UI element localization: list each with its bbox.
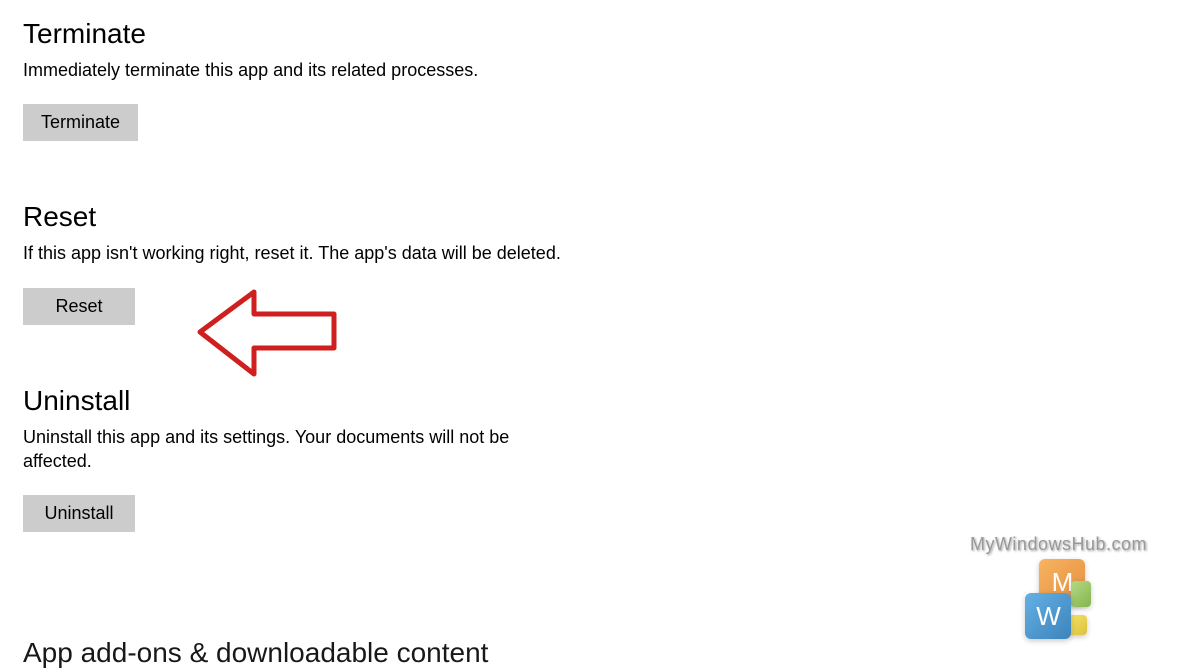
- terminate-desc: Immediately terminate this app and its r…: [23, 58, 563, 82]
- reset-section: Reset If this app isn't working right, r…: [23, 201, 563, 324]
- terminate-section: Terminate Immediately terminate this app…: [23, 18, 563, 141]
- uninstall-section: Uninstall Uninstall this app and its set…: [23, 385, 563, 533]
- logo-tile-green: [1071, 581, 1091, 607]
- addons-title: App add-ons & downloadable content: [23, 637, 488, 669]
- reset-desc: If this app isn't working right, reset i…: [23, 241, 563, 265]
- reset-title: Reset: [23, 201, 563, 233]
- watermark-text: MyWindowsHub.com: [970, 534, 1147, 555]
- terminate-title: Terminate: [23, 18, 563, 50]
- watermark: MyWindowsHub.com M W: [970, 534, 1147, 639]
- uninstall-title: Uninstall: [23, 385, 563, 417]
- logo-tile-w: W: [1025, 593, 1071, 639]
- uninstall-desc: Uninstall this app and its settings. You…: [23, 425, 563, 474]
- reset-button[interactable]: Reset: [23, 288, 135, 325]
- watermark-logo-icon: M W: [1025, 559, 1091, 639]
- uninstall-button[interactable]: Uninstall: [23, 495, 135, 532]
- terminate-button[interactable]: Terminate: [23, 104, 138, 141]
